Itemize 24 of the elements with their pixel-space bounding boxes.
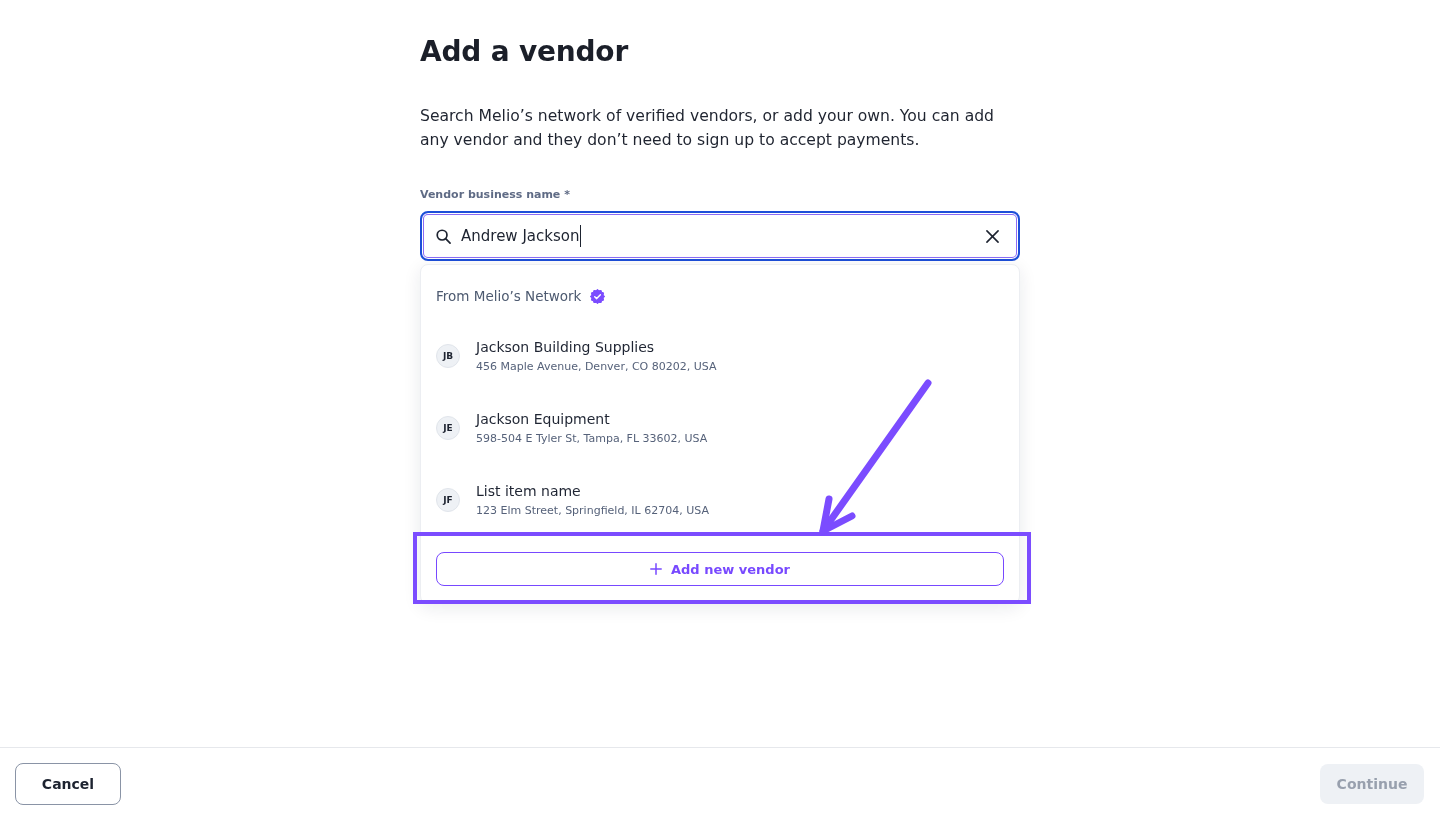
- vendor-address: 456 Maple Avenue, Denver, CO 80202, USA: [476, 358, 717, 375]
- text-cursor: [580, 225, 582, 247]
- vendor-initials: JB: [436, 344, 460, 368]
- vendor-name: List item name: [476, 481, 581, 501]
- plus-icon: [650, 563, 662, 575]
- vendor-option[interactable]: JE Jackson Equipment 598-504 E Tyler St, Tampa, FL 33602, USA: [421, 392, 1019, 464]
- vendor-initials: JF: [436, 488, 460, 512]
- search-field[interactable]: Andrew Jackson: [420, 211, 1020, 261]
- vendor-option[interactable]: JF List item name 123 Elm Street, Springfield, IL 62704, USA: [421, 464, 1019, 536]
- vendor-address: 598-504 E Tyler St, Tampa, FL 33602, USA: [476, 430, 708, 447]
- add-vendor-button[interactable]: Add new vendor: [436, 552, 1004, 586]
- page-description: Search Melio’s network of verified vendors, or add your own. You can add any vendor and they don’t need to sign up to accept payments.: [420, 106, 995, 151]
- search-icon: [436, 228, 451, 244]
- vendor-initials: JE: [436, 416, 460, 440]
- section-heading: From Melio’s Network: [436, 287, 582, 306]
- vendor-name: Jackson Equipment: [476, 409, 610, 429]
- vendor-option[interactable]: JB Jackson Building Supplies 456 Maple Avenue, Denver, CO 80202, USA: [421, 320, 1019, 392]
- close-icon[interactable]: [986, 229, 999, 243]
- vendor-name: Jackson Building Supplies: [476, 337, 655, 357]
- cancel-button[interactable]: Cancel: [15, 763, 121, 805]
- page-title: Add a vendor: [420, 34, 628, 70]
- search-text: Andrew Jackson: [461, 226, 580, 247]
- field-label: Vendor business name *: [420, 187, 570, 203]
- vendor-address: 123 Elm Street, Springfield, IL 62704, USA: [476, 502, 709, 519]
